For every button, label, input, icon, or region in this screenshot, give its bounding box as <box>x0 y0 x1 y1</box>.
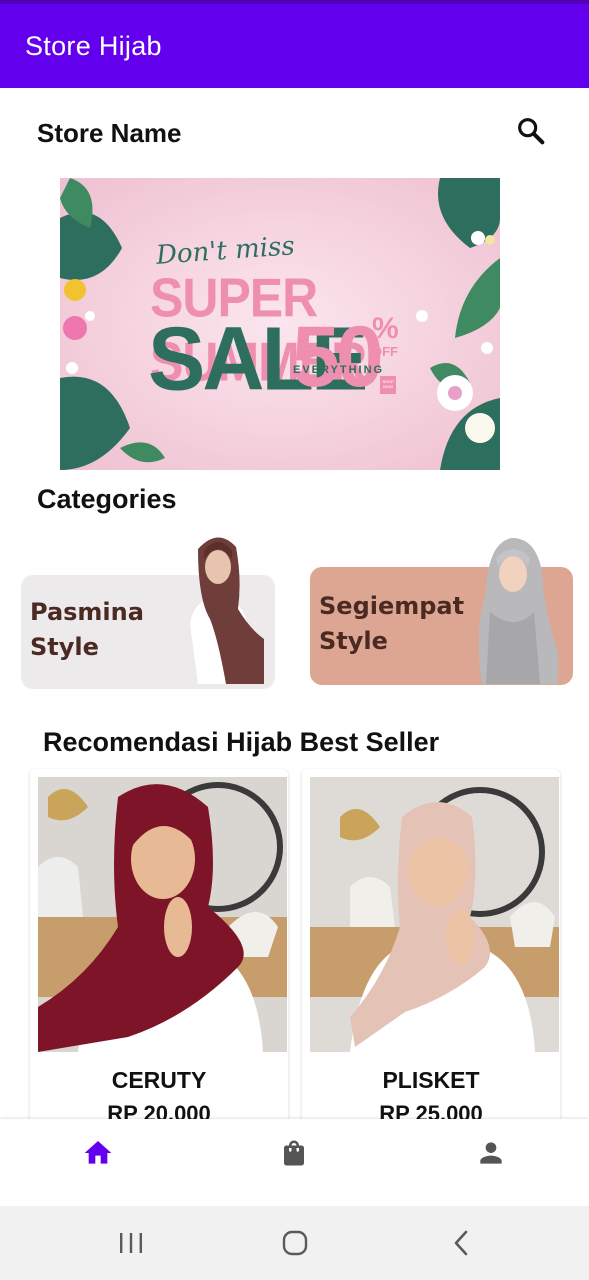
shopping-bag-icon <box>284 1140 304 1166</box>
promo-banner[interactable]: Don't miss SUPER SUMMER SALE 50 % OFF EV… <box>60 178 500 470</box>
back-icon <box>454 1230 468 1256</box>
product-image <box>310 777 559 1052</box>
system-back-button[interactable] <box>441 1226 481 1260</box>
search-icon <box>518 118 545 145</box>
nav-profile-button[interactable] <box>471 1135 511 1171</box>
segiempat-model-image <box>478 538 558 684</box>
search-button[interactable] <box>512 112 550 150</box>
system-navigation-bar <box>0 1206 589 1280</box>
system-home-button[interactable] <box>275 1226 315 1260</box>
nav-shop-button[interactable] <box>274 1135 314 1171</box>
product-image <box>38 777 287 1052</box>
product-name: PLISKET <box>382 1067 480 1093</box>
recent-apps-button[interactable] <box>111 1226 151 1260</box>
app-bar: Store Hijab <box>0 4 589 88</box>
categories-title: Categories <box>37 484 177 514</box>
recommendations-title: Recomendasi Hijab Best Seller <box>43 727 440 757</box>
store-name: Store Name <box>37 118 182 148</box>
banner-discount: 50 <box>292 309 384 405</box>
banner-everything: EVERYTHING <box>293 364 385 376</box>
screen: Store Hijab Store Name Don't miss SUPER … <box>0 0 589 1280</box>
bottom-navigation <box>0 1119 589 1206</box>
banner-off: OFF <box>372 344 398 359</box>
recent-apps-icon <box>120 1233 142 1253</box>
person-icon <box>480 1142 502 1164</box>
category-label-line2: Style <box>30 633 99 661</box>
product-name: CERUTY <box>111 1067 207 1093</box>
app-title: Store Hijab <box>25 30 162 61</box>
category-label-line2: Style <box>319 627 388 655</box>
banner-shop-now: SHOP NOW <box>380 376 396 394</box>
category-label-line1: Segiempat <box>319 592 465 620</box>
banner-percent: % <box>372 312 399 345</box>
product-card-plisket[interactable]: PLISKET RP 25.000 <box>302 769 560 1149</box>
nav-home-button[interactable] <box>78 1135 118 1171</box>
product-card-ceruty[interactable]: CERUTY RP 20.000 <box>30 769 288 1149</box>
category-label-line1: Pasmina <box>30 598 144 626</box>
pasmina-model-image <box>190 537 264 684</box>
home-icon <box>84 1141 112 1164</box>
home-circle-icon <box>282 1230 308 1256</box>
store-header: Store Name <box>0 110 589 156</box>
